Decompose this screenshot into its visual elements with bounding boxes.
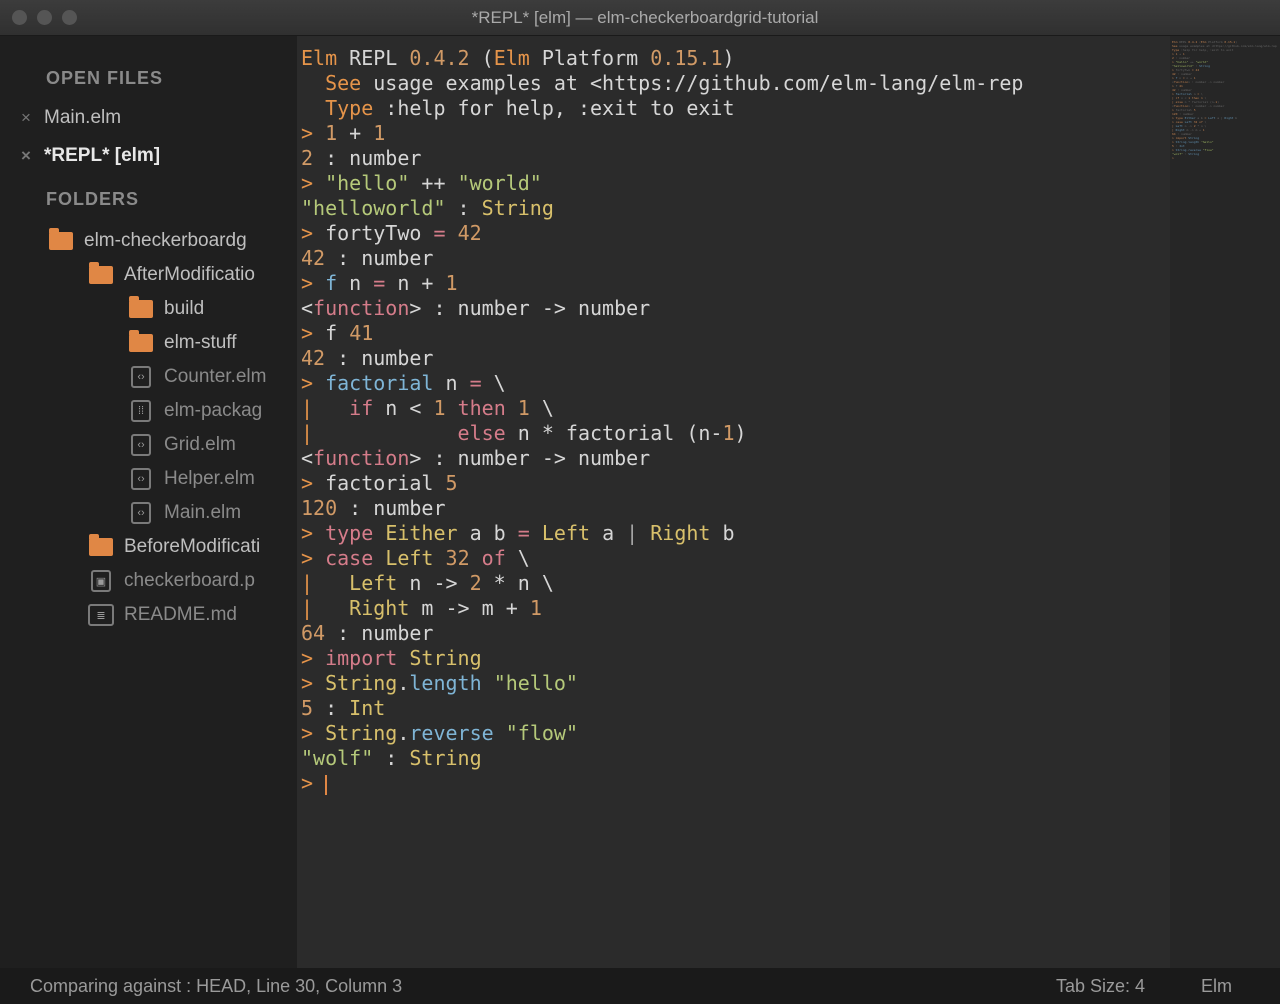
open-file-item[interactable]: × Main.elm [0,99,297,137]
tree-item-label: Helper.elm [164,468,255,490]
open-file-label: *REPL* [elm] [44,145,160,167]
repl-line: > factorial 5 [297,471,1170,496]
code-file-icon: ‹› [128,366,154,388]
zoom-window-button[interactable] [62,10,77,25]
code-file-icon: ‹› [128,434,154,456]
open-files-header: OPEN FILES [0,54,297,99]
tree-item-label: BeforeModificati [124,536,260,558]
tree-item-label: build [164,298,204,320]
tree-item-label: elm-stuff [164,332,237,354]
folder-item[interactable]: AfterModificatio [0,258,297,292]
repl-line: Type :help for help, :exit to exit [297,96,1170,121]
repl-line: > 1 + 1 [297,121,1170,146]
repl-line: 42 : number [297,246,1170,271]
file-item[interactable]: ‹› Grid.elm [0,428,297,462]
repl-line: > case Left 32 of \ [297,546,1170,571]
repl-line: "helloworld" : String [297,196,1170,221]
repl-line: 2 : number [297,146,1170,171]
folder-icon [48,230,74,252]
readme-file-icon: ≣ [88,604,114,626]
file-item[interactable]: ⁞⁞ elm-packag [0,394,297,428]
code-file-icon: ‹› [128,502,154,524]
status-language[interactable]: Elm [1173,976,1260,997]
close-icon[interactable]: × [14,146,38,166]
repl-line: <function> : number -> number [297,296,1170,321]
code-file-icon: ‹› [128,468,154,490]
minimap[interactable]: Elm REPL 0.4.2 (Elm Platform 0.15.1) See… [1170,36,1280,968]
folder-item[interactable]: build [0,292,297,326]
close-window-button[interactable] [12,10,27,25]
repl-line: > factorial n = \ [297,371,1170,396]
folder-icon [128,298,154,320]
tree-item-label: Main.elm [164,502,241,524]
repl-line: <function> : number -> number [297,446,1170,471]
folder-item[interactable]: elm-stuff [0,326,297,360]
file-item[interactable]: ‹› Helper.elm [0,462,297,496]
status-left[interactable]: Comparing against : HEAD, Line 30, Colum… [20,976,1028,997]
close-icon[interactable]: × [14,108,38,128]
repl-line: > f 41 [297,321,1170,346]
repl-line: See usage examples at <https://github.co… [297,71,1170,96]
file-item[interactable]: ‹› Counter.elm [0,360,297,394]
file-item[interactable]: ‹› Main.elm [0,496,297,530]
tree-item-label: README.md [124,604,237,626]
repl-line: 5 : Int [297,696,1170,721]
folder-icon [128,332,154,354]
tree-item-label: Grid.elm [164,434,236,456]
tree-item-label: Counter.elm [164,366,266,388]
folder-icon [88,264,114,286]
folder-item[interactable]: BeforeModificati [0,530,297,564]
minimize-window-button[interactable] [37,10,52,25]
tree-item-label: elm-packag [164,400,262,422]
image-file-icon: ▣ [88,570,114,592]
open-file-item[interactable]: × *REPL* [elm] [0,137,297,175]
status-tab-size[interactable]: Tab Size: 4 [1028,976,1173,997]
repl-line: Elm REPL 0.4.2 (Elm Platform 0.15.1) [297,46,1170,71]
repl-line: 120 : number [297,496,1170,521]
file-item[interactable]: ▣ checkerboard.p [0,564,297,598]
tree-item-label: elm-checkerboardg [84,230,247,252]
repl-line: | Right m -> m + 1 [297,596,1170,621]
traffic-lights [12,10,77,25]
window-title: *REPL* [elm] — elm-checkerboardgrid-tuto… [77,8,1213,28]
repl-line: > f n = n + 1 [297,271,1170,296]
repl-line: > type Either a b = Left a | Right b [297,521,1170,546]
folders-header: FOLDERS [0,175,297,220]
repl-line: > String.length "hello" [297,671,1170,696]
repl-line: > fortyTwo = 42 [297,221,1170,246]
statusbar: Comparing against : HEAD, Line 30, Colum… [0,968,1280,1004]
repl-line: 64 : number [297,621,1170,646]
repl-line: > String.reverse "flow" [297,721,1170,746]
titlebar: *REPL* [elm] — elm-checkerboardgrid-tuto… [0,0,1280,36]
file-item[interactable]: ≣ README.md [0,598,297,632]
repl-line: | if n < 1 then 1 \ [297,396,1170,421]
cursor [325,775,327,795]
folder-item[interactable]: elm-checkerboardg [0,224,297,258]
repl-editor[interactable]: Elm REPL 0.4.2 (Elm Platform 0.15.1) See… [297,36,1170,968]
open-file-label: Main.elm [44,107,121,129]
tree-item-label: checkerboard.p [124,570,255,592]
repl-line: > [297,771,1170,796]
settings-file-icon: ⁞⁞ [128,400,154,422]
repl-line: > "hello" ++ "world" [297,171,1170,196]
repl-line: | else n * factorial (n-1) [297,421,1170,446]
sidebar: OPEN FILES × Main.elm × *REPL* [elm] FOLDER… [0,36,297,968]
repl-line: "wolf" : String [297,746,1170,771]
repl-line: > import String [297,646,1170,671]
tree-item-label: AfterModificatio [124,264,255,286]
repl-line: | Left n -> 2 * n \ [297,571,1170,596]
repl-line: 42 : number [297,346,1170,371]
folder-icon [88,536,114,558]
